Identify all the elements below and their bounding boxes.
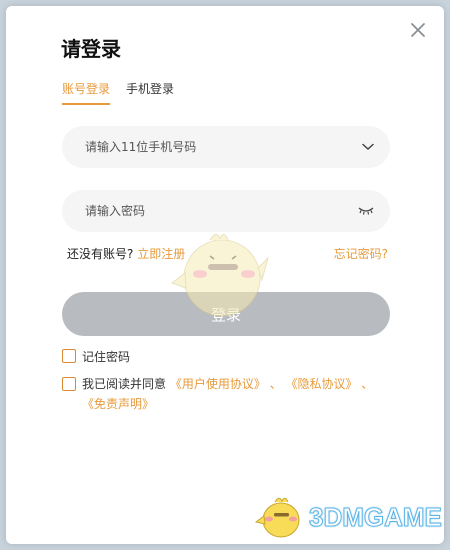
agreement-prefix: 我已阅读并同意 bbox=[82, 377, 167, 391]
remember-password-label: 记住密码 bbox=[82, 350, 131, 364]
forgot-password-link[interactable]: 忘记密码? bbox=[334, 245, 388, 262]
user-agreement-link[interactable]: 《用户使用协议》 bbox=[170, 377, 266, 391]
tab-phone-login[interactable]: 手机登录 bbox=[126, 80, 174, 105]
remember-password-checkbox[interactable] bbox=[62, 349, 76, 363]
agreement-separator: 、 bbox=[361, 377, 374, 391]
disclaimer-link[interactable]: 《免责声明》 bbox=[82, 397, 154, 411]
agreement-checkbox[interactable] bbox=[62, 377, 76, 391]
watermark: 3DMGAME bbox=[255, 494, 442, 540]
signup-prompt: 还没有账号? bbox=[67, 247, 134, 261]
agreement-text: 我已阅读并同意 《用户使用协议》 、 《隐私协议》 、 《免责声明》 bbox=[82, 374, 380, 414]
phone-field[interactable] bbox=[62, 126, 390, 168]
remember-password-row: 记住密码 bbox=[62, 348, 130, 365]
password-input[interactable] bbox=[83, 203, 358, 219]
phone-input[interactable] bbox=[83, 139, 362, 155]
agreement-row: 我已阅读并同意 《用户使用协议》 、 《隐私协议》 、 《免责声明》 bbox=[62, 374, 380, 414]
close-icon[interactable] bbox=[410, 22, 426, 38]
tab-account-login[interactable]: 账号登录 bbox=[62, 80, 111, 105]
dialog-title: 请登录 bbox=[61, 37, 121, 61]
chevron-down-icon[interactable] bbox=[362, 143, 374, 151]
agreement-separator: 、 bbox=[269, 377, 282, 391]
privacy-policy-link[interactable]: 《隐私协议》 bbox=[286, 377, 358, 391]
watermark-text: 3DMGAME bbox=[309, 501, 443, 532]
mascot-chick-image bbox=[170, 234, 269, 317]
login-tabs: 账号登录 手机登录 bbox=[62, 80, 174, 105]
signup-row: 还没有账号? 立即注册 bbox=[67, 245, 185, 262]
password-field[interactable] bbox=[62, 190, 390, 232]
eye-closed-icon[interactable] bbox=[358, 206, 374, 216]
watermark-chick-logo bbox=[255, 497, 300, 538]
